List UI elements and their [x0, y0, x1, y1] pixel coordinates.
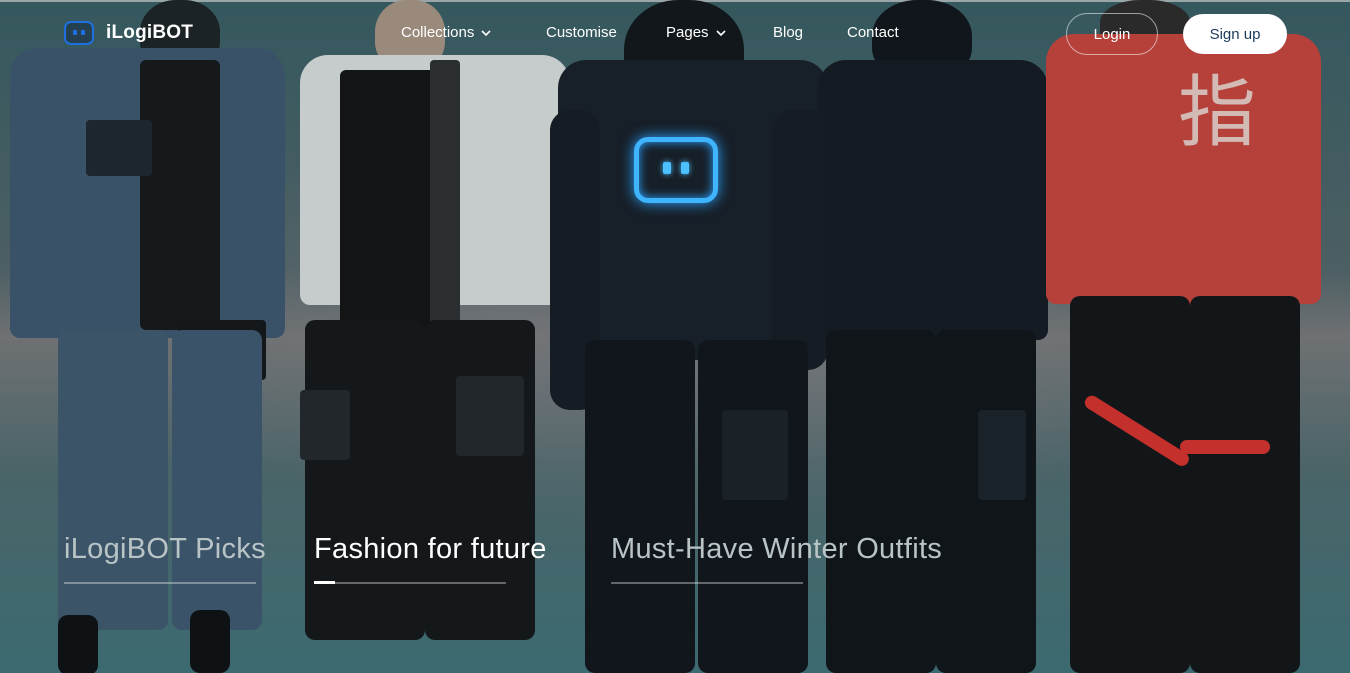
glowing-bot-logo — [634, 137, 718, 203]
nav-contact[interactable]: Contact — [847, 24, 899, 41]
brand-logo[interactable]: iLogiBOT — [64, 21, 193, 45]
jacket-kanji: 指 — [1178, 68, 1257, 158]
nav-blog[interactable]: Blog — [773, 24, 803, 41]
bot-logo-icon — [64, 21, 94, 45]
slide-tab-fashion-for-future[interactable]: Fashion for future — [314, 533, 546, 584]
chevron-down-icon — [715, 29, 726, 36]
slide-tab-ilogibot-picks[interactable]: iLogiBOT Picks — [64, 533, 266, 584]
hero-slide-tabs: iLogiBOT Picks Fashion for future Must-H… — [0, 533, 1350, 593]
brand-name: iLogiBOT — [106, 22, 194, 43]
tab-underline — [611, 582, 803, 584]
tab-underline — [64, 582, 256, 584]
login-button[interactable]: Login — [1066, 13, 1158, 55]
signup-button[interactable]: Sign up — [1183, 14, 1287, 54]
tab-underline — [314, 582, 506, 584]
top-navbar: iLogiBOT Collections Customise Pages Blo… — [0, 0, 1350, 68]
chevron-down-icon — [481, 29, 491, 36]
nav-pages[interactable]: Pages — [666, 24, 727, 41]
nav-collections[interactable]: Collections — [401, 24, 492, 41]
nav-customise[interactable]: Customise — [546, 24, 617, 41]
active-tab-progress — [314, 581, 335, 584]
slide-tab-winter-outfits[interactable]: Must-Have Winter Outfits — [611, 533, 942, 584]
